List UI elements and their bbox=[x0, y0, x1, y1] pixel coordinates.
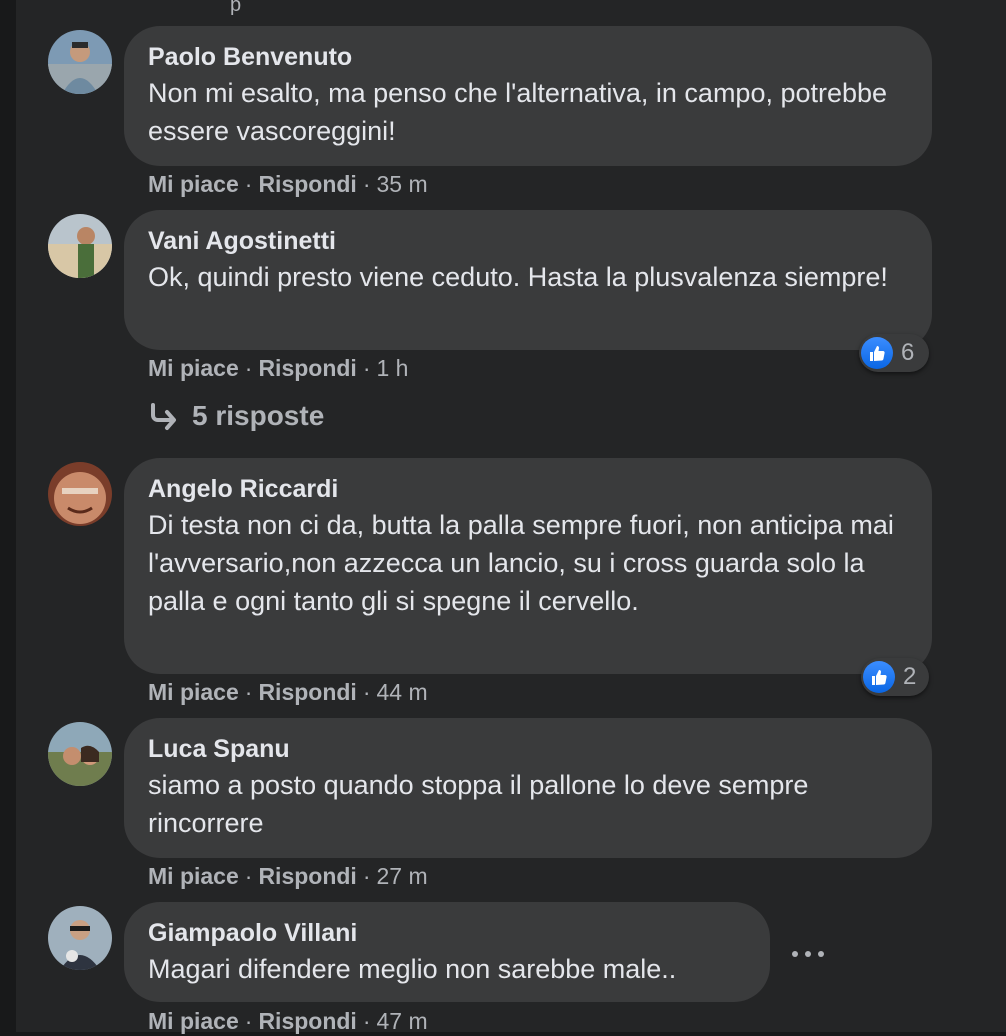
comment-author[interactable]: Giampaolo Villani bbox=[148, 918, 746, 948]
reply-button[interactable]: Rispondi bbox=[258, 679, 356, 705]
view-replies-button[interactable]: 5 risposte bbox=[148, 400, 324, 432]
comment-text: siamo a posto quando stoppa il pallone l… bbox=[148, 770, 809, 838]
comment-bubble: Luca Spanu siamo a posto quando stoppa i… bbox=[124, 718, 932, 858]
like-button[interactable]: Mi piace bbox=[148, 863, 239, 889]
comment-bubble: Paolo Benvenuto Non mi esalto, ma penso … bbox=[124, 26, 932, 166]
comment-text: Non mi esalto, ma penso che l'alternativ… bbox=[148, 78, 888, 146]
reply-arrow-icon bbox=[151, 403, 176, 430]
reply-button[interactable]: Rispondi bbox=[258, 171, 356, 197]
avatar[interactable] bbox=[48, 214, 112, 278]
comment-author[interactable]: Angelo Riccardi bbox=[148, 474, 908, 504]
comment-timestamp[interactable]: 1 h bbox=[377, 355, 409, 381]
avatar[interactable] bbox=[48, 462, 112, 526]
comment-author[interactable]: Vani Agostinetti bbox=[148, 226, 908, 256]
like-button[interactable]: Mi piace bbox=[148, 171, 239, 197]
comment-bubble: Angelo Riccardi Di testa non ci da, butt… bbox=[124, 458, 932, 674]
reaction-number: 2 bbox=[903, 663, 917, 690]
comment-text: Magari difendere meglio non sarebbe male… bbox=[148, 954, 677, 984]
avatar[interactable] bbox=[48, 30, 112, 94]
comment-text: Ok, quindi presto viene ceduto. Hasta la… bbox=[148, 262, 888, 292]
reaction-number: 6 bbox=[901, 339, 915, 366]
avatar[interactable] bbox=[48, 722, 112, 786]
more-options-icon[interactable] bbox=[792, 940, 824, 968]
like-button[interactable]: Mi piace bbox=[148, 355, 239, 381]
comment-actions: Mi piace · Rispondi · 27 m bbox=[148, 863, 428, 889]
avatar[interactable] bbox=[48, 906, 112, 970]
reaction-count[interactable]: 6 bbox=[859, 334, 929, 372]
comment-text: Di testa non ci da, butta la palla sempr… bbox=[148, 510, 894, 616]
like-thumb-icon bbox=[861, 337, 893, 369]
comment-timestamp[interactable]: 44 m bbox=[377, 679, 428, 705]
comment-author[interactable]: Paolo Benvenuto bbox=[148, 42, 908, 72]
like-thumb-icon bbox=[863, 661, 895, 693]
comment-actions: Mi piace · Rispondi · 44 m bbox=[148, 679, 428, 705]
like-button[interactable]: Mi piace bbox=[148, 679, 239, 705]
comment-timestamp[interactable]: 27 m bbox=[377, 863, 428, 889]
comment-actions: Mi piace · Rispondi · 1 h bbox=[148, 355, 409, 381]
replies-count-label: 5 risposte bbox=[192, 400, 325, 431]
comment-timestamp[interactable]: 35 m bbox=[377, 171, 428, 197]
reply-button[interactable]: Rispondi bbox=[258, 1008, 356, 1034]
reply-button[interactable]: Rispondi bbox=[258, 355, 356, 381]
reaction-count[interactable]: 2 bbox=[861, 658, 929, 696]
comment-author[interactable]: Luca Spanu bbox=[148, 734, 908, 764]
comment-actions: Mi piace · Rispondi · 35 m bbox=[148, 171, 428, 197]
previous-comment-fragment: p bbox=[230, 0, 260, 16]
comment-timestamp[interactable]: 47 m bbox=[377, 1008, 428, 1034]
comment-bubble: Giampaolo Villani Magari difendere megli… bbox=[124, 902, 770, 1002]
like-button[interactable]: Mi piace bbox=[148, 1008, 239, 1034]
comment-bubble: Vani Agostinetti Ok, quindi presto viene… bbox=[124, 210, 932, 350]
reply-button[interactable]: Rispondi bbox=[258, 863, 356, 889]
